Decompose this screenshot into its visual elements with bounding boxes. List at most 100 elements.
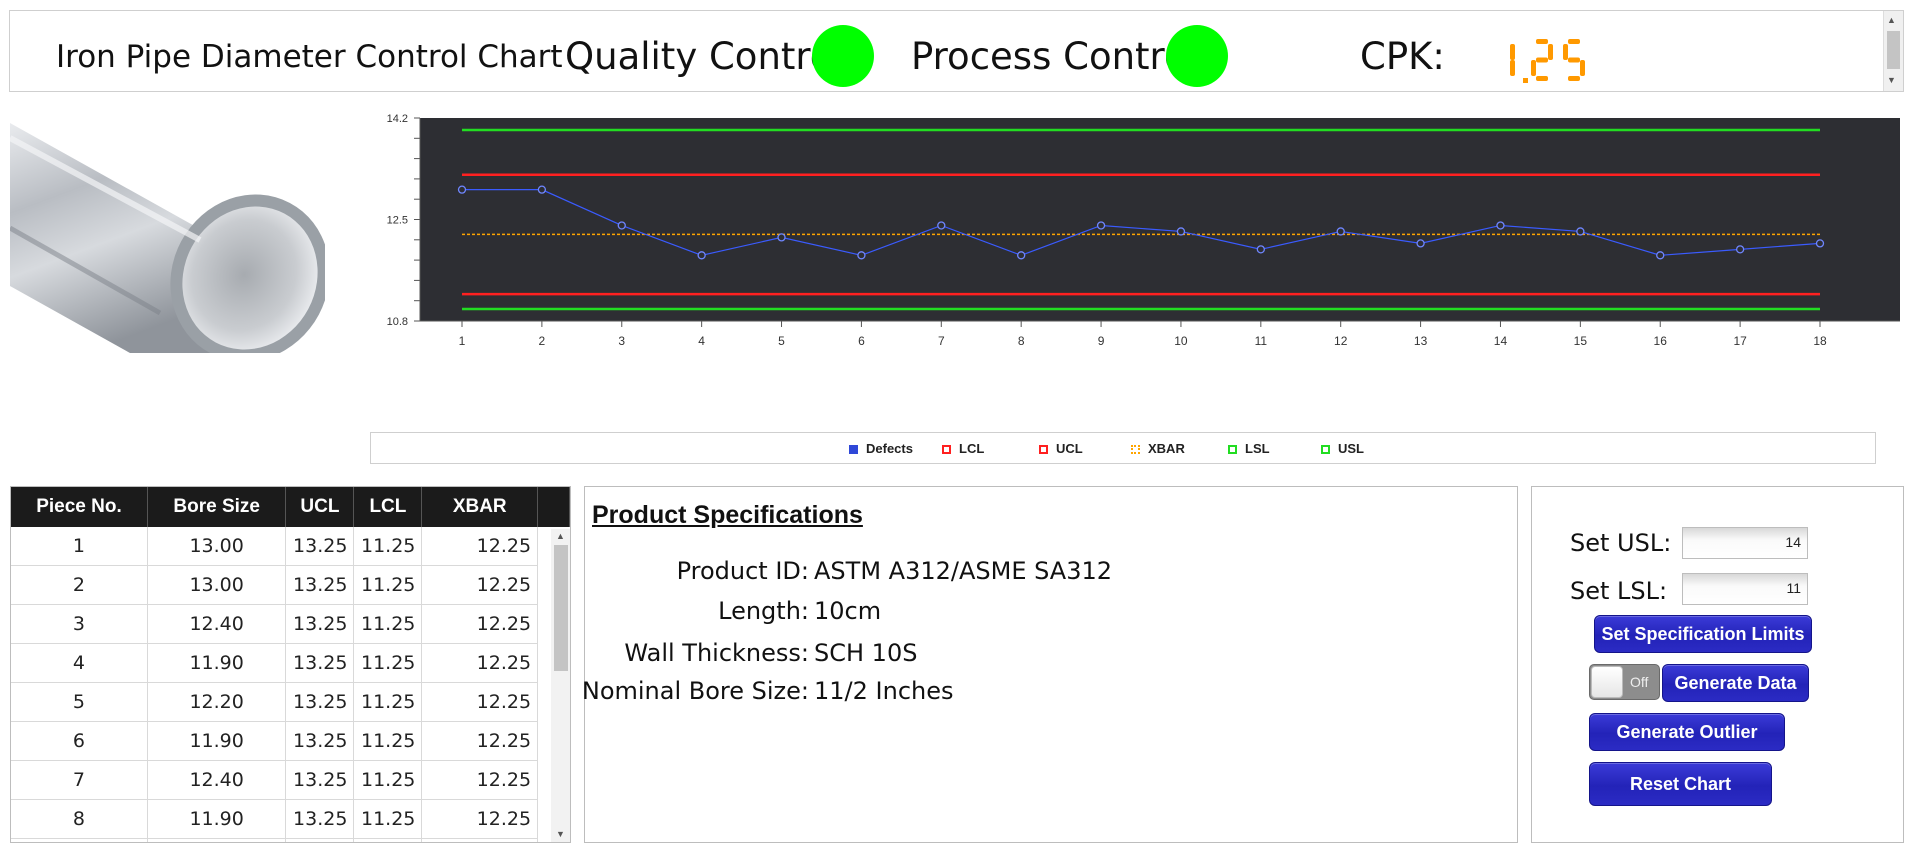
set-specification-limits-button[interactable]: Set Specification Limits	[1594, 615, 1812, 653]
spec-label: Product ID:	[676, 557, 809, 585]
cell-piece-no: 5	[11, 682, 148, 722]
usl-input[interactable]: 14	[1682, 527, 1808, 559]
x-tick-label: 15	[1574, 334, 1588, 348]
cell-piece-no: 7	[11, 760, 148, 800]
plot-area	[420, 118, 1900, 321]
y-tick-label: 12.5	[387, 215, 408, 227]
table-row[interactable]: 3 12.40 13.25 11.25 12.25	[11, 604, 570, 644]
cell-bore-size: 13.00	[147, 527, 287, 566]
scroll-thumb[interactable]	[554, 545, 568, 671]
cell-xbar: 12.25	[421, 799, 539, 839]
cpk-segment-a	[1568, 39, 1580, 44]
scroll-up-arrow-icon[interactable]: ▲	[1887, 15, 1896, 25]
cell-bore-size: 12.40	[147, 604, 287, 644]
generate-outlier-button[interactable]: Generate Outlier	[1589, 713, 1785, 751]
generate-data-toggle[interactable]: Off	[1589, 664, 1660, 700]
data-table: Piece No. Bore Size UCL LCL XBAR 1 13.00 1…	[10, 486, 571, 843]
table-row[interactable]: 912.4013.2511.2512.25	[11, 838, 570, 842]
legend-swatch	[1228, 445, 1237, 454]
data-point	[1176, 227, 1186, 236]
cpk-segment-a	[1536, 39, 1548, 44]
cpk-segment-e	[1531, 60, 1536, 76]
cell-lcl: 11.25	[353, 604, 423, 644]
column-header-spacer	[537, 487, 570, 527]
spec-value: ASTM A312/ASME SA312	[814, 557, 1113, 585]
legend-label: LCL	[959, 441, 985, 456]
cell-lcl: 11.25	[353, 682, 423, 722]
cell-bore-size: 12.40	[147, 760, 287, 800]
cell-lcl: 11.25	[353, 527, 423, 566]
legend-swatch	[1131, 445, 1140, 454]
process-control-indicator	[1166, 25, 1228, 87]
table-row[interactable]: 8 11.90 13.25 11.25 12.25	[11, 799, 570, 839]
scroll-thumb[interactable]	[1887, 31, 1900, 69]
cpk-decimal-point	[1523, 78, 1528, 83]
legend-item-defects[interactable]: Defects	[849, 441, 913, 456]
chart-legend: Defects LCL UCL XBAR LSL USL	[370, 432, 1876, 464]
product-specifications-panel: Product Specifications Product ID: ASTM …	[581, 486, 1518, 843]
cpk-segment-d	[1568, 76, 1580, 81]
x-tick-label: 7	[938, 334, 945, 348]
cpk-digit	[1510, 44, 1515, 76]
legend-item-xbar[interactable]: XBAR	[1131, 441, 1185, 456]
data-point	[1496, 221, 1505, 230]
column-header-ucl[interactable]: UCL	[285, 487, 355, 527]
table-row[interactable]: 7 12.40 13.25 11.25 12.25	[11, 760, 570, 800]
cell-ucl: 13.25	[285, 565, 355, 605]
cell-ucl: 13.25	[285, 527, 355, 566]
toggle-knob[interactable]	[1591, 666, 1623, 698]
cell-piece-no: 9	[11, 838, 148, 842]
spec-label: Nominal Bore Size:	[581, 677, 809, 705]
scroll-down-arrow-icon[interactable]: ▼	[556, 829, 565, 839]
legend-swatch	[849, 445, 858, 454]
legend-label: XBAR	[1148, 441, 1185, 456]
x-tick-label: 9	[1098, 334, 1105, 348]
x-tick-label: 5	[778, 334, 785, 348]
cell-bore-size: 11.90	[147, 643, 287, 683]
scroll-up-arrow-icon[interactable]: ▲	[556, 531, 565, 541]
x-tick-label: 2	[539, 334, 546, 348]
column-header-bore-size[interactable]: Bore Size	[147, 487, 287, 527]
legend-item-usl[interactable]: USL	[1321, 441, 1364, 456]
x-tick-label: 4	[698, 334, 705, 348]
table-row[interactable]: 5 12.20 13.25 11.25 12.25	[11, 682, 570, 722]
reset-chart-button[interactable]: Reset Chart	[1589, 762, 1772, 806]
table-scrollbar[interactable]: ▲ ▼	[551, 529, 570, 842]
table-row[interactable]: 1 13.00 13.25 11.25 12.25	[11, 527, 570, 566]
cell-xbar: 12.25	[421, 682, 539, 722]
pipe-image	[10, 123, 325, 353]
cpk-segment-b	[1510, 44, 1515, 60]
cpk-digit	[1531, 39, 1553, 81]
cell-bore-size: 12.40	[147, 838, 287, 842]
legend-item-lcl[interactable]: LCL	[942, 441, 984, 456]
legend-item-lsl[interactable]: LSL	[1228, 441, 1270, 456]
cell-lcl: 11.25	[353, 838, 423, 842]
cell-xbar: 12.25	[421, 643, 539, 683]
cell-xbar: 12.25	[421, 721, 539, 761]
column-header-piece-no[interactable]: Piece No.	[11, 487, 148, 527]
toggle-state-label: Off	[1630, 674, 1649, 690]
column-header-xbar[interactable]: XBAR	[421, 487, 539, 527]
header-bar: Iron Pipe Diameter Control Chart Quality…	[9, 10, 1904, 92]
cell-lcl: 11.25	[353, 565, 423, 605]
table-row[interactable]: 2 13.00 13.25 11.25 12.25	[11, 565, 570, 605]
legend-label: UCL	[1056, 441, 1083, 456]
cpk-value-display	[1510, 39, 1585, 83]
table-row[interactable]: 4 11.90 13.25 11.25 12.25	[11, 643, 570, 683]
x-tick-label: 3	[618, 334, 625, 348]
data-point	[537, 185, 547, 194]
scroll-down-arrow-icon[interactable]: ▼	[1887, 75, 1896, 85]
column-header-lcl[interactable]: LCL	[353, 487, 423, 527]
data-point	[1576, 227, 1585, 236]
legend-item-ucl[interactable]: UCL	[1039, 441, 1083, 456]
spec-value: 10cm	[814, 597, 882, 625]
table-row[interactable]: 6 11.90 13.25 11.25 12.25	[11, 721, 570, 761]
cpk-segment-g	[1568, 57, 1580, 63]
lsl-input[interactable]: 11	[1682, 573, 1808, 605]
x-tick-label: 11	[1255, 334, 1268, 348]
header-scrollbar[interactable]: ▲ ▼	[1883, 11, 1903, 91]
cell-xbar: 12.25	[421, 838, 539, 842]
data-point	[697, 251, 706, 260]
generate-data-button[interactable]: Generate Data	[1662, 664, 1809, 702]
legend-swatch	[942, 445, 951, 454]
